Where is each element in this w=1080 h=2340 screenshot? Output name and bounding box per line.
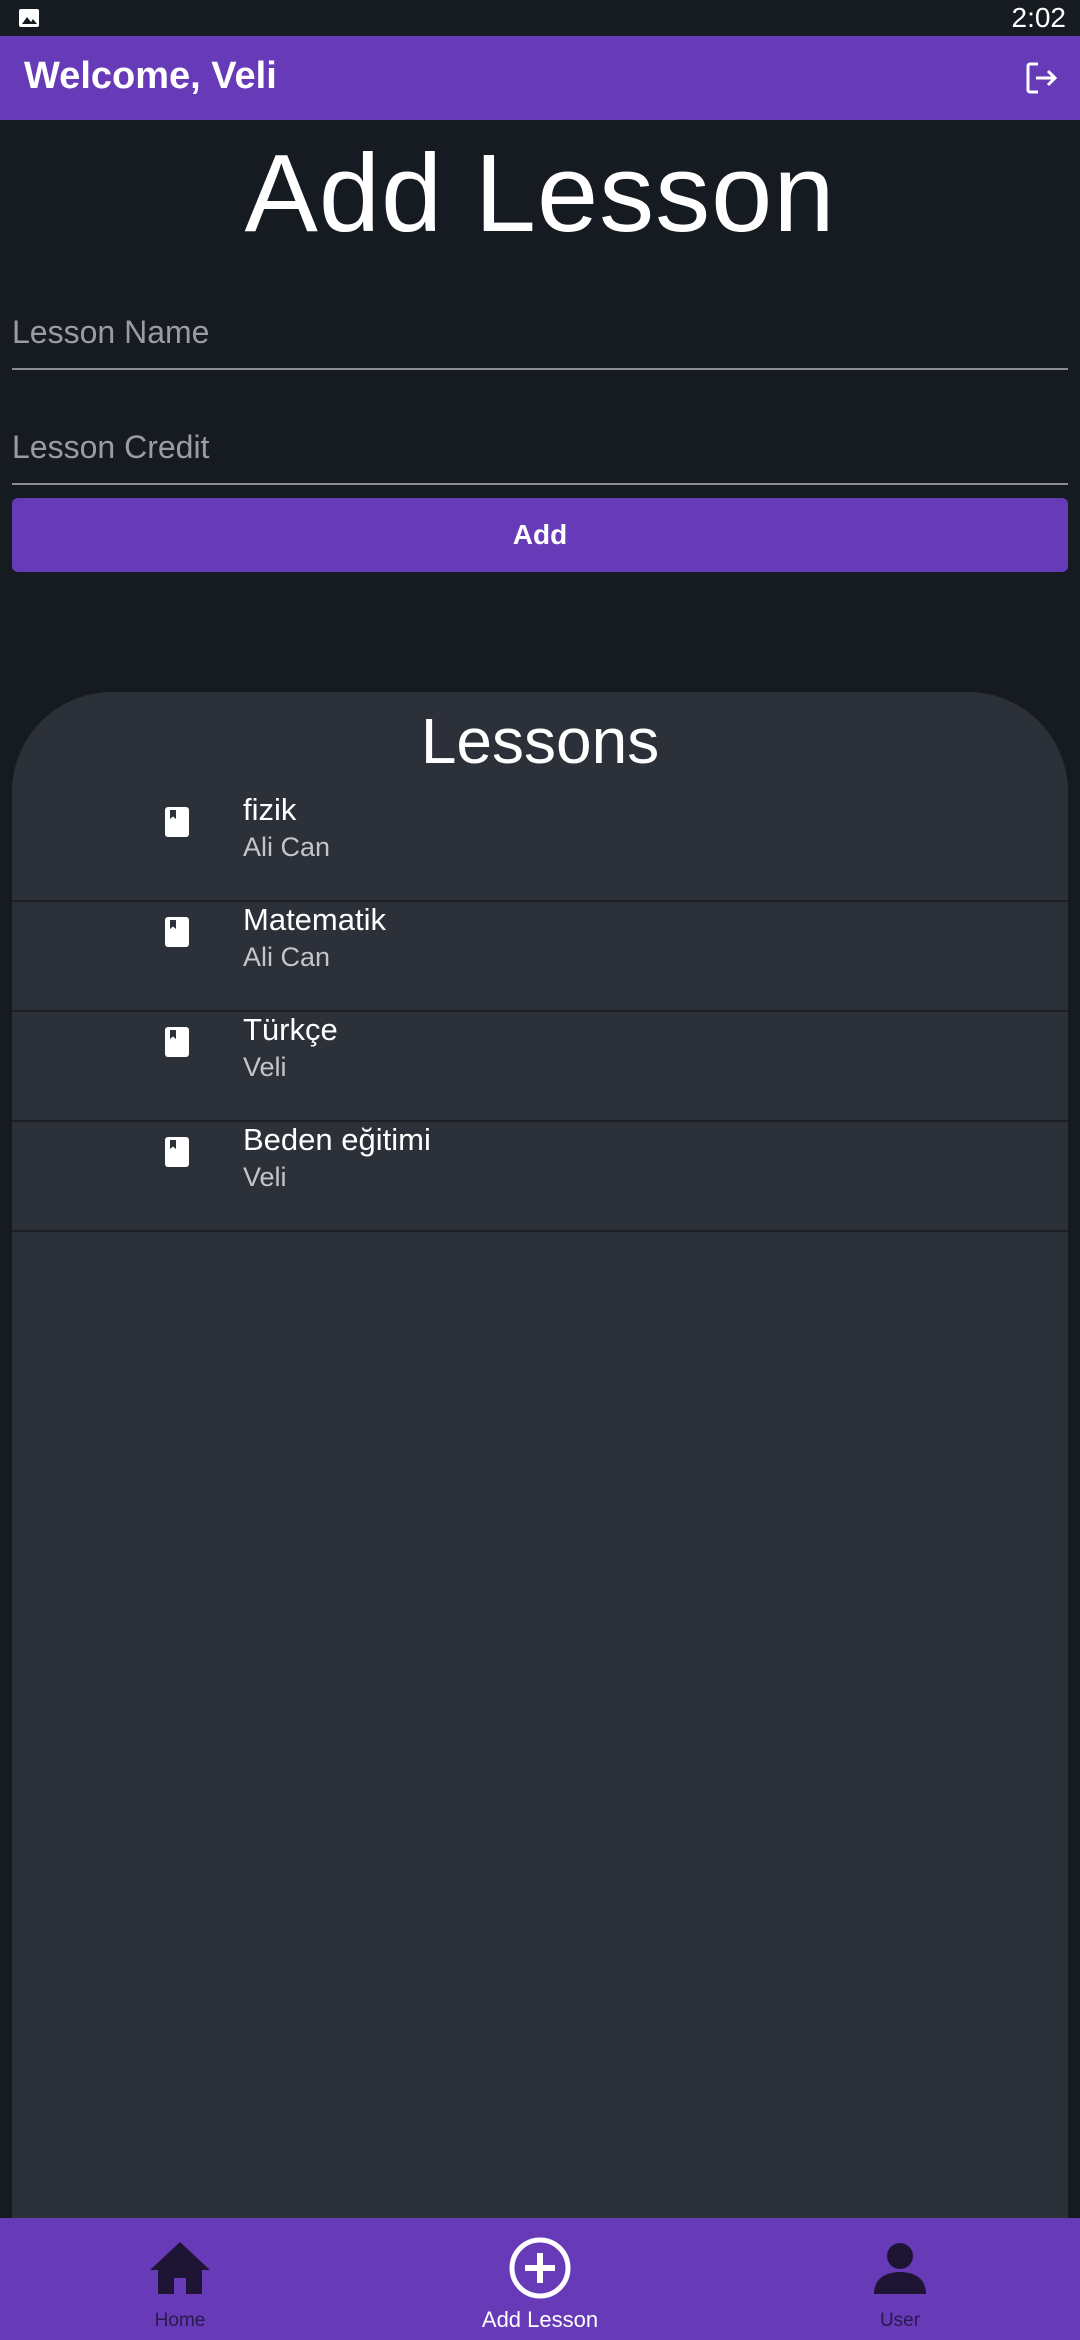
lesson-credit-field[interactable] [12, 401, 1068, 485]
lesson-name-input[interactable] [12, 286, 1068, 368]
add-circle-icon [509, 2237, 571, 2299]
lesson-list-item[interactable]: Matematik Ali Can [12, 902, 1068, 1012]
gallery-icon [19, 9, 39, 27]
app-bar: Welcome, Veli [0, 36, 1080, 120]
app-bar-title: Welcome, Veli [24, 55, 277, 97]
book-icon [165, 1027, 189, 1057]
nav-item-add-lesson[interactable]: Add Lesson [360, 2218, 720, 2340]
nav-label-user: User [879, 2310, 921, 2331]
book-icon [165, 807, 189, 837]
lesson-name-field[interactable] [12, 286, 1068, 370]
lesson-name: Beden eğitimi [243, 1122, 431, 1157]
lesson-teacher: Veli [243, 1052, 287, 1082]
lessons-panel: Lessons fizik Ali Can Matematik Ali Can … [12, 692, 1068, 2218]
lesson-teacher: Ali Can [243, 942, 331, 972]
nav-item-user[interactable]: User [720, 2218, 1080, 2340]
lesson-credit-input[interactable] [12, 401, 1068, 483]
lesson-list-item[interactable]: fizik Ali Can [12, 792, 1068, 902]
lessons-title: Lessons [420, 705, 660, 777]
book-icon [165, 1137, 189, 1167]
lesson-name: Türkçe [243, 1012, 338, 1047]
add-lesson-button[interactable]: Add [12, 498, 1068, 572]
nav-label-add-lesson: Add Lesson [481, 2307, 599, 2332]
status-clock: 2:02 [1011, 2, 1067, 33]
user-icon [874, 2243, 926, 2294]
lesson-name: Matematik [243, 902, 386, 937]
logout-icon[interactable] [1022, 58, 1062, 98]
page-title: Add Lesson [244, 132, 836, 255]
nav-label-home: Home [154, 2310, 206, 2331]
lesson-teacher: Ali Can [243, 832, 331, 862]
status-bar: 2:02 [0, 0, 1080, 36]
lesson-teacher: Veli [243, 1162, 287, 1192]
book-icon [165, 917, 189, 947]
bottom-navigation: Home Add Lesson User [0, 2218, 1080, 2340]
nav-item-home[interactable]: Home [0, 2218, 360, 2340]
lesson-name: fizik [243, 792, 297, 827]
lesson-list-item[interactable]: Türkçe Veli [12, 1012, 1068, 1122]
home-icon [150, 2242, 210, 2294]
lesson-list-item[interactable]: Beden eğitimi Veli [12, 1122, 1068, 1232]
lesson-list: fizik Ali Can Matematik Ali Can Türkçe V… [12, 792, 1068, 1232]
